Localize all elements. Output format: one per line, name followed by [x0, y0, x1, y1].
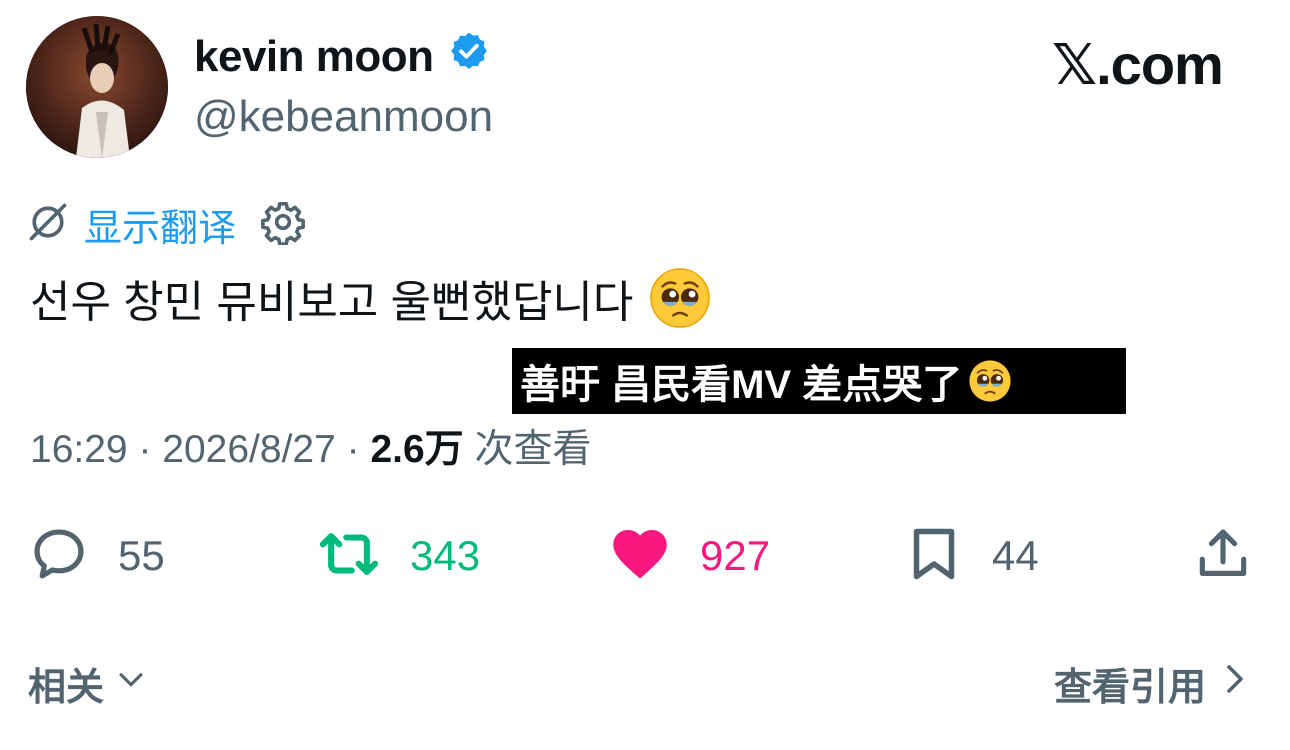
view-count: 2.6万 — [370, 428, 464, 471]
gear-icon[interactable] — [260, 199, 306, 250]
verified-badge-icon — [448, 30, 490, 83]
like-button[interactable]: 927 — [608, 520, 770, 592]
retweet-button[interactable]: 343 — [316, 520, 480, 592]
heart-icon — [608, 522, 672, 591]
reply-button[interactable]: 55 — [28, 520, 165, 592]
pleading-face-emoji-icon — [968, 359, 1012, 403]
pleading-face-emoji-icon — [649, 267, 711, 329]
tweet-time[interactable]: 16:29 — [30, 428, 128, 471]
chevron-down-icon — [114, 662, 148, 706]
related-dropdown[interactable]: 相关 — [28, 656, 148, 711]
subtitle-text: 善旴 昌民看MV 差点哭了 — [520, 363, 963, 407]
x-logo: 𝕏.com — [1052, 33, 1224, 96]
author-handle[interactable]: @kebeanmoon — [194, 92, 493, 142]
share-icon — [1192, 523, 1254, 590]
tweet-body: 선우 창민 뮤비보고 울뻔했답니다 — [30, 278, 634, 327]
tweet-date[interactable]: 2026/8/27 — [162, 428, 336, 471]
bookmark-count: 44 — [992, 532, 1039, 579]
translate-slash-icon — [26, 200, 70, 249]
meta-separator: · — [335, 428, 371, 471]
retweet-count: 343 — [410, 532, 481, 579]
chevron-right-icon — [1220, 661, 1250, 707]
share-button[interactable] — [1192, 520, 1254, 592]
view-quotes-link[interactable]: 查看引用 — [1054, 656, 1250, 711]
show-translation-link[interactable]: 显示翻译 — [84, 197, 236, 252]
author-name-row[interactable]: kevin moon — [194, 30, 490, 83]
avatar-image — [26, 16, 168, 158]
tweet-meta: 16:29 · 2026/8/27 · 2.6万 次查看 — [30, 418, 592, 474]
retweet-icon — [316, 521, 382, 592]
translate-row: 显示翻译 — [26, 198, 306, 250]
like-count: 927 — [700, 532, 771, 579]
view-quotes-label: 查看引用 — [1053, 667, 1206, 709]
reply-count: 55 — [118, 532, 165, 579]
bookmark-button[interactable]: 44 — [904, 520, 1039, 592]
related-label: 相关 — [28, 667, 105, 709]
subtitle-caption: 善旴 昌民看MV 差点哭了 — [512, 348, 1126, 414]
author-display-name[interactable]: kevin moon — [194, 32, 434, 82]
bookmark-icon — [904, 523, 964, 590]
reply-icon — [28, 523, 90, 590]
avatar[interactable] — [26, 16, 168, 158]
view-count-label: 次查看 — [463, 428, 592, 471]
meta-separator: · — [127, 428, 163, 471]
tweet-text: 선우 창민 뮤비보고 울뻔했답니다 — [30, 266, 711, 330]
